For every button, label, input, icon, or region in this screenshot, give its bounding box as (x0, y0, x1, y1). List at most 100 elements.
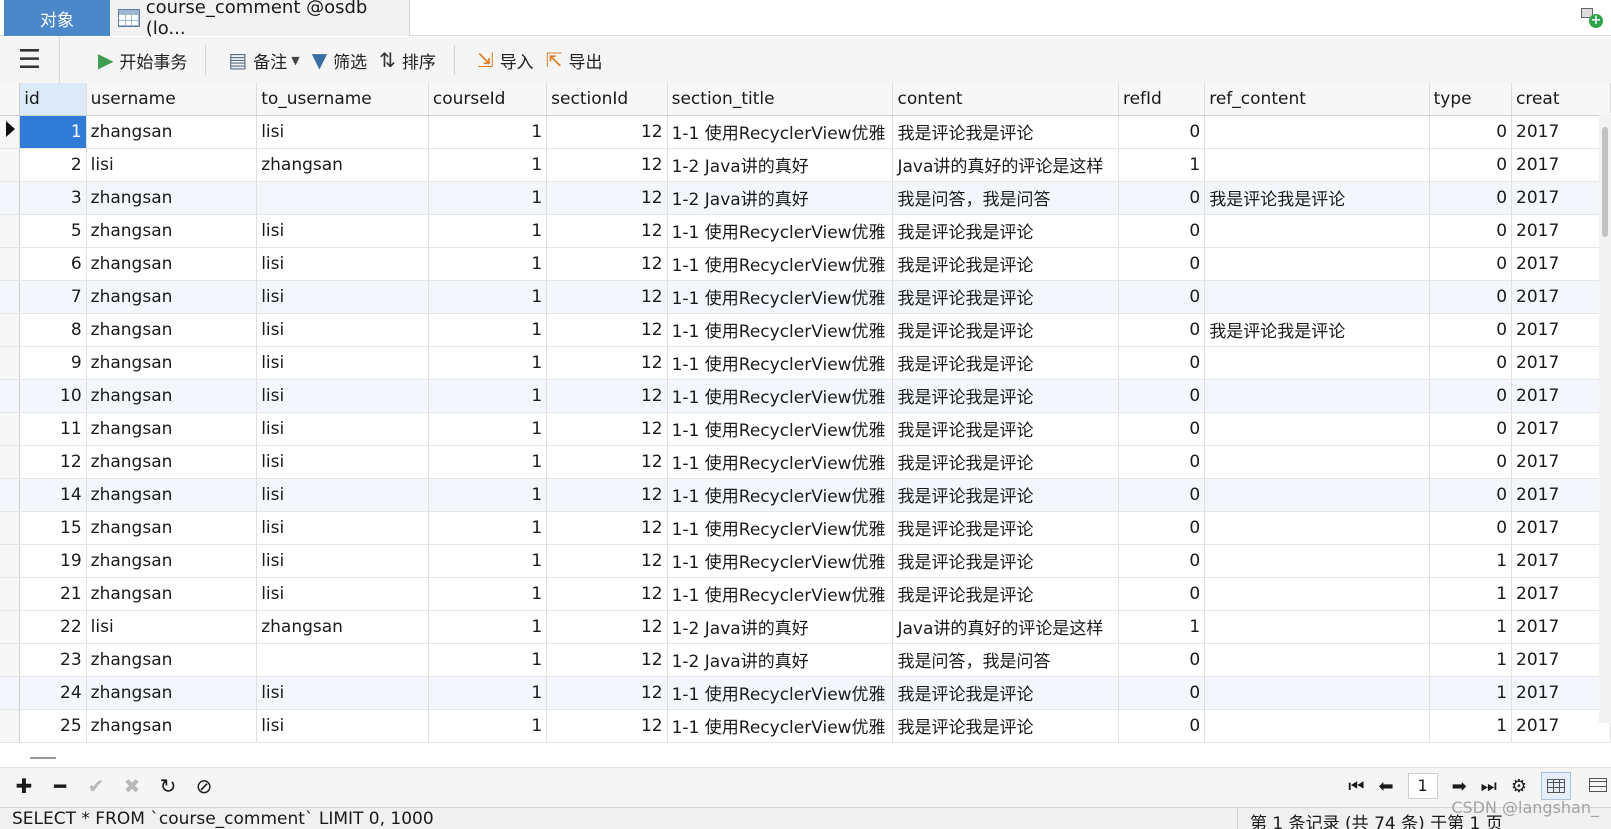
cell-creat[interactable]: 2017 (1511, 214, 1611, 248)
cell-section_title[interactable]: 1-1 使用RecyclerView优雅 (667, 115, 894, 149)
table-row[interactable]: 5 zhangsan lisi 1 12 1-1 使用RecyclerView优雅 我是评论… (0, 214, 1611, 248)
cell-courseId[interactable]: 1 (428, 445, 548, 479)
cell-content[interactable]: 我是评论我是评论 (892, 412, 1119, 446)
table-row[interactable]: 12 zhangsan lisi 1 12 1-1 使用RecyclerView优雅 我是评… (0, 445, 1611, 479)
cell-sectionId[interactable]: 12 (546, 577, 668, 611)
table-row[interactable]: 19 zhangsan lisi 1 12 1-1 使用RecyclerView优雅 我是评… (0, 544, 1611, 578)
cell-type[interactable]: 0 (1429, 214, 1513, 248)
tab-objects[interactable]: 对象 (4, 0, 110, 36)
cell-creat[interactable]: 2017 (1511, 577, 1611, 611)
cell-sectionId[interactable]: 12 (546, 412, 668, 446)
row-header[interactable] (0, 643, 21, 677)
row-header[interactable] (0, 148, 21, 182)
cell-sectionId[interactable]: 12 (546, 379, 668, 413)
cell-courseId[interactable]: 1 (428, 478, 548, 512)
cell-ref_content[interactable] (1204, 379, 1430, 413)
cell-username[interactable]: zhangsan (86, 379, 258, 413)
cell-type[interactable]: 1 (1429, 676, 1513, 710)
cell-content[interactable]: 我是评论我是评论 (892, 379, 1119, 413)
cell-to_username[interactable]: lisi (256, 676, 429, 710)
cell-to_username[interactable]: lisi (256, 115, 429, 149)
cell-creat[interactable]: 2017 (1511, 313, 1611, 347)
cell-username[interactable]: zhangsan (86, 280, 258, 314)
cell-id[interactable]: 6 (19, 247, 87, 281)
gear-icon[interactable]: ⚙ (1511, 776, 1527, 797)
row-header[interactable] (0, 412, 21, 446)
cell-username[interactable]: lisi (86, 610, 258, 644)
discard-changes-icon[interactable]: ✖ (122, 774, 142, 798)
cell-type[interactable]: 0 (1429, 280, 1513, 314)
cell-ref_content[interactable] (1204, 148, 1430, 182)
stop-icon[interactable]: ⊘ (194, 774, 214, 798)
cell-id[interactable]: 3 (19, 181, 87, 215)
cell-courseId[interactable]: 1 (428, 247, 548, 281)
cell-content[interactable]: 我是评论我是评论 (892, 709, 1119, 743)
cell-sectionId[interactable]: 12 (546, 478, 668, 512)
row-header[interactable] (0, 511, 21, 545)
cell-id[interactable]: 23 (19, 643, 87, 677)
cell-refId[interactable]: 0 (1118, 115, 1206, 149)
cell-ref_content[interactable] (1204, 478, 1430, 512)
cell-refId[interactable]: 0 (1118, 313, 1206, 347)
cell-courseId[interactable]: 1 (428, 280, 548, 314)
cell-sectionId[interactable]: 12 (546, 115, 668, 149)
cell-type[interactable]: 0 (1429, 115, 1513, 149)
new-object-icon[interactable]: + (1579, 6, 1605, 30)
cell-creat[interactable]: 2017 (1511, 181, 1611, 215)
cell-section_title[interactable]: 1-1 使用RecyclerView优雅 (667, 478, 894, 512)
cell-section_title[interactable]: 1-1 使用RecyclerView优雅 (667, 511, 894, 545)
column-header-creat[interactable]: creat (1511, 83, 1611, 116)
column-header-section_title[interactable]: section_title (667, 83, 894, 116)
cell-creat[interactable]: 2017 (1511, 148, 1611, 182)
cell-to_username[interactable]: lisi (256, 247, 429, 281)
cell-creat[interactable]: 2017 (1511, 379, 1611, 413)
import-button[interactable]: ⇲ 导入 (477, 40, 534, 80)
cell-content[interactable]: Java讲的真好的评论是这样 (892, 148, 1119, 182)
cell-courseId[interactable]: 1 (428, 412, 548, 446)
cell-to_username[interactable]: lisi (256, 577, 429, 611)
cell-ref_content[interactable] (1204, 412, 1430, 446)
cell-username[interactable]: zhangsan (86, 709, 258, 743)
cell-content[interactable]: 我是评论我是评论 (892, 511, 1119, 545)
cell-refId[interactable]: 0 (1118, 280, 1206, 314)
cell-creat[interactable]: 2017 (1511, 610, 1611, 644)
cell-id[interactable]: 2 (19, 148, 87, 182)
cell-username[interactable]: lisi (86, 148, 258, 182)
cell-content[interactable]: 我是评论我是评论 (892, 115, 1119, 149)
tab-course-comment[interactable]: course_comment @osdb (lo... (110, 0, 410, 39)
table-row[interactable]: 23 zhangsan 1 12 1-2 Java讲的真好 我是问答，我是问答 0 1 2017 (0, 643, 1611, 677)
cell-type[interactable]: 0 (1429, 313, 1513, 347)
cell-courseId[interactable]: 1 (428, 511, 548, 545)
cell-username[interactable]: zhangsan (86, 544, 258, 578)
cell-to_username[interactable]: lisi (256, 709, 429, 743)
cell-id[interactable]: 15 (19, 511, 87, 545)
cell-ref_content[interactable] (1204, 247, 1430, 281)
note-button[interactable]: ▤ 备注 ▼ (228, 40, 299, 80)
cell-id[interactable]: 24 (19, 676, 87, 710)
row-header[interactable] (0, 478, 21, 512)
cell-type[interactable]: 0 (1429, 445, 1513, 479)
cell-courseId[interactable]: 1 (428, 115, 548, 149)
cell-id[interactable]: 9 (19, 346, 87, 380)
row-header[interactable] (0, 247, 21, 281)
cell-type[interactable]: 0 (1429, 412, 1513, 446)
table-row[interactable]: 14 zhangsan lisi 1 12 1-1 使用RecyclerView优雅 我是评… (0, 478, 1611, 512)
cell-content[interactable]: 我是评论我是评论 (892, 544, 1119, 578)
cell-type[interactable]: 0 (1429, 181, 1513, 215)
cell-creat[interactable]: 2017 (1511, 478, 1611, 512)
cell-id[interactable]: 21 (19, 577, 87, 611)
table-row[interactable]: 25 zhangsan lisi 1 12 1-1 使用RecyclerView优雅 我是评… (0, 709, 1611, 743)
cell-username[interactable]: zhangsan (86, 445, 258, 479)
delete-record-icon[interactable]: ━ (50, 774, 70, 798)
cell-username[interactable]: zhangsan (86, 214, 258, 248)
table-row[interactable]: 2 lisi zhangsan 1 12 1-2 Java讲的真好 Java讲的真好的评论是… (0, 148, 1611, 182)
column-header-sectionId[interactable]: sectionId (546, 83, 668, 116)
cell-sectionId[interactable]: 12 (546, 544, 668, 578)
cell-username[interactable]: zhangsan (86, 346, 258, 380)
cell-creat[interactable]: 2017 (1511, 346, 1611, 380)
cell-to_username[interactable]: lisi (256, 478, 429, 512)
cell-creat[interactable]: 2017 (1511, 709, 1611, 743)
cell-refId[interactable]: 0 (1118, 544, 1206, 578)
row-header[interactable] (0, 610, 21, 644)
last-page-icon[interactable]: ⏭ (1481, 776, 1497, 797)
